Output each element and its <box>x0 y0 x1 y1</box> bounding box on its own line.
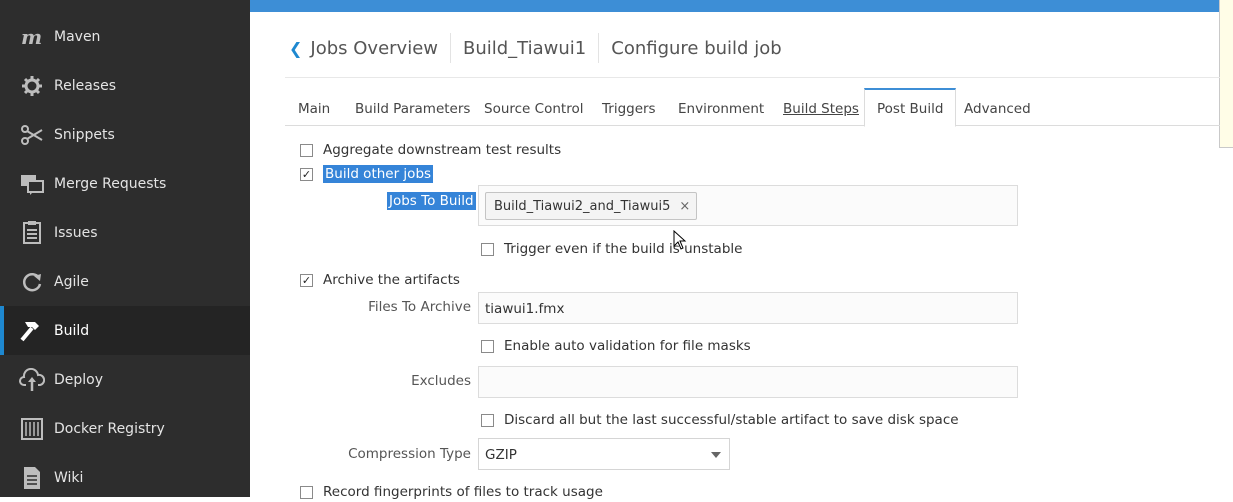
agile-cycle-icon <box>19 269 45 295</box>
sidebar-item-label: Wiki <box>54 469 84 486</box>
files-to-archive-value: tiawui1.fmx <box>485 301 565 317</box>
active-indicator <box>0 306 4 355</box>
wiki-document-icon <box>19 465 45 491</box>
page-title: Configure build job <box>598 33 793 63</box>
breadcrumb-item[interactable]: Jobs Overview <box>310 38 438 59</box>
tab-source-control[interactable]: Source Control <box>472 88 595 126</box>
sidebar: m Maven Releases Snippets Merge Requests… <box>0 0 250 497</box>
archive-row: ✓ Archive the artifacts <box>300 272 460 288</box>
sidebar-item-label: Agile <box>54 273 89 290</box>
tab-post-build[interactable]: Post Build <box>864 88 957 127</box>
hammer-icon <box>19 318 45 344</box>
files-to-archive-label: Files To Archive <box>368 299 471 315</box>
sidebar-item-maven[interactable]: m Maven <box>0 12 250 61</box>
trigger-unstable-label[interactable]: Trigger even if the build is unstable <box>504 241 742 257</box>
aggregate-checkbox[interactable] <box>300 143 313 157</box>
trigger-unstable-row: Trigger even if the build is unstable <box>481 241 742 257</box>
breadcrumb-item: Configure build job <box>611 37 782 59</box>
tab-bar: Main Build Parameters Source Control Tri… <box>285 88 1220 127</box>
build-other-label[interactable]: Build other jobs <box>323 165 434 183</box>
breadcrumb-item[interactable]: Build_Tiawui1 <box>463 38 586 59</box>
auto-validation-row: Enable auto validation for file masks <box>481 338 751 354</box>
files-to-archive-input[interactable]: tiawui1.fmx <box>478 292 1018 324</box>
sidebar-item-label: Snippets <box>54 126 115 143</box>
archive-checkbox[interactable]: ✓ <box>300 273 313 287</box>
job-chip: Build_Tiawui2_and_Tiawui5 × <box>485 192 698 220</box>
compression-type-value: GZIP <box>485 447 517 463</box>
tab-build-parameters[interactable]: Build Parameters <box>343 88 482 126</box>
aggregate-row: Aggregate downstream test results <box>300 142 561 158</box>
deploy-cloud-icon <box>19 367 45 393</box>
sidebar-item-deploy[interactable]: Deploy <box>0 355 250 404</box>
build-other-checkbox[interactable]: ✓ <box>300 167 313 181</box>
chevron-left-icon[interactable]: ❮ <box>289 39 302 58</box>
tab-main[interactable]: Main <box>286 88 342 126</box>
sidebar-item-issues[interactable]: Issues <box>0 208 250 257</box>
tab-advanced[interactable]: Advanced <box>952 88 1043 126</box>
breadcrumb-job-name[interactable]: Build_Tiawui1 <box>450 33 598 63</box>
trigger-unstable-checkbox[interactable] <box>481 242 494 256</box>
build-other-row: ✓ Build other jobs <box>300 165 434 183</box>
close-icon[interactable]: × <box>679 199 690 214</box>
svg-text:m: m <box>21 27 42 47</box>
sidebar-item-label: Deploy <box>54 371 104 388</box>
jobs-to-build-label: Jobs To Build <box>387 192 476 210</box>
sidebar-item-build[interactable]: Build <box>0 306 250 355</box>
sidebar-item-label: Maven <box>54 28 101 45</box>
mouse-cursor-icon <box>673 230 687 250</box>
excludes-label: Excludes <box>411 373 471 389</box>
top-accent-bar <box>250 0 1220 12</box>
tab-environment[interactable]: Environment <box>666 88 776 126</box>
excludes-input[interactable] <box>478 366 1018 398</box>
jobs-to-build-input[interactable]: Build_Tiawui2_and_Tiawui5 × <box>478 185 1018 226</box>
fingerprints-row: Record fingerprints of files to track us… <box>300 484 603 500</box>
docker-registry-icon <box>19 416 45 442</box>
tab-triggers[interactable]: Triggers <box>590 88 668 126</box>
sidebar-item-label: Issues <box>54 224 98 241</box>
sidebar-item-docker-registry[interactable]: Docker Registry <box>0 404 250 453</box>
breadcrumb: ❮ Jobs Overview Build_Tiawui1 Configure … <box>285 28 794 68</box>
chevron-down-icon <box>711 452 721 458</box>
sidebar-item-merge-requests[interactable]: Merge Requests <box>0 159 250 208</box>
fingerprints-label[interactable]: Record fingerprints of files to track us… <box>323 484 603 500</box>
breadcrumb-jobs-overview[interactable]: ❮ Jobs Overview <box>285 33 450 63</box>
compression-type-label: Compression Type <box>348 446 471 462</box>
divider <box>285 77 1220 78</box>
gear-icon <box>19 73 45 99</box>
job-chip-label: Build_Tiawui2_and_Tiawui5 <box>494 198 671 214</box>
merge-requests-icon <box>19 171 45 197</box>
auto-validation-label[interactable]: Enable auto validation for file masks <box>504 338 751 354</box>
side-note-panel <box>1219 0 1233 148</box>
jobs-to-build-label-text: Jobs To Build <box>387 192 476 210</box>
discard-row: Discard all but the last successful/stab… <box>481 412 959 428</box>
discard-checkbox[interactable] <box>481 413 494 427</box>
sidebar-item-snippets[interactable]: Snippets <box>0 110 250 159</box>
tab-build-steps[interactable]: Build Steps <box>771 88 871 126</box>
sidebar-item-agile[interactable]: Agile <box>0 257 250 306</box>
archive-label[interactable]: Archive the artifacts <box>323 272 460 288</box>
compression-type-select[interactable]: GZIP <box>478 438 730 470</box>
discard-label[interactable]: Discard all but the last successful/stab… <box>504 412 959 428</box>
sidebar-item-label: Build <box>54 322 90 339</box>
sidebar-item-wiki[interactable]: Wiki <box>0 453 250 502</box>
aggregate-label[interactable]: Aggregate downstream test results <box>323 142 561 158</box>
sidebar-item-label: Merge Requests <box>54 175 167 192</box>
sidebar-item-label: Releases <box>54 77 116 94</box>
sidebar-item-releases[interactable]: Releases <box>0 61 250 110</box>
sidebar-item-label: Docker Registry <box>54 420 165 437</box>
maven-icon: m <box>19 24 45 50</box>
auto-validation-checkbox[interactable] <box>481 339 494 353</box>
issues-icon <box>19 220 45 246</box>
scissors-icon <box>19 122 45 148</box>
